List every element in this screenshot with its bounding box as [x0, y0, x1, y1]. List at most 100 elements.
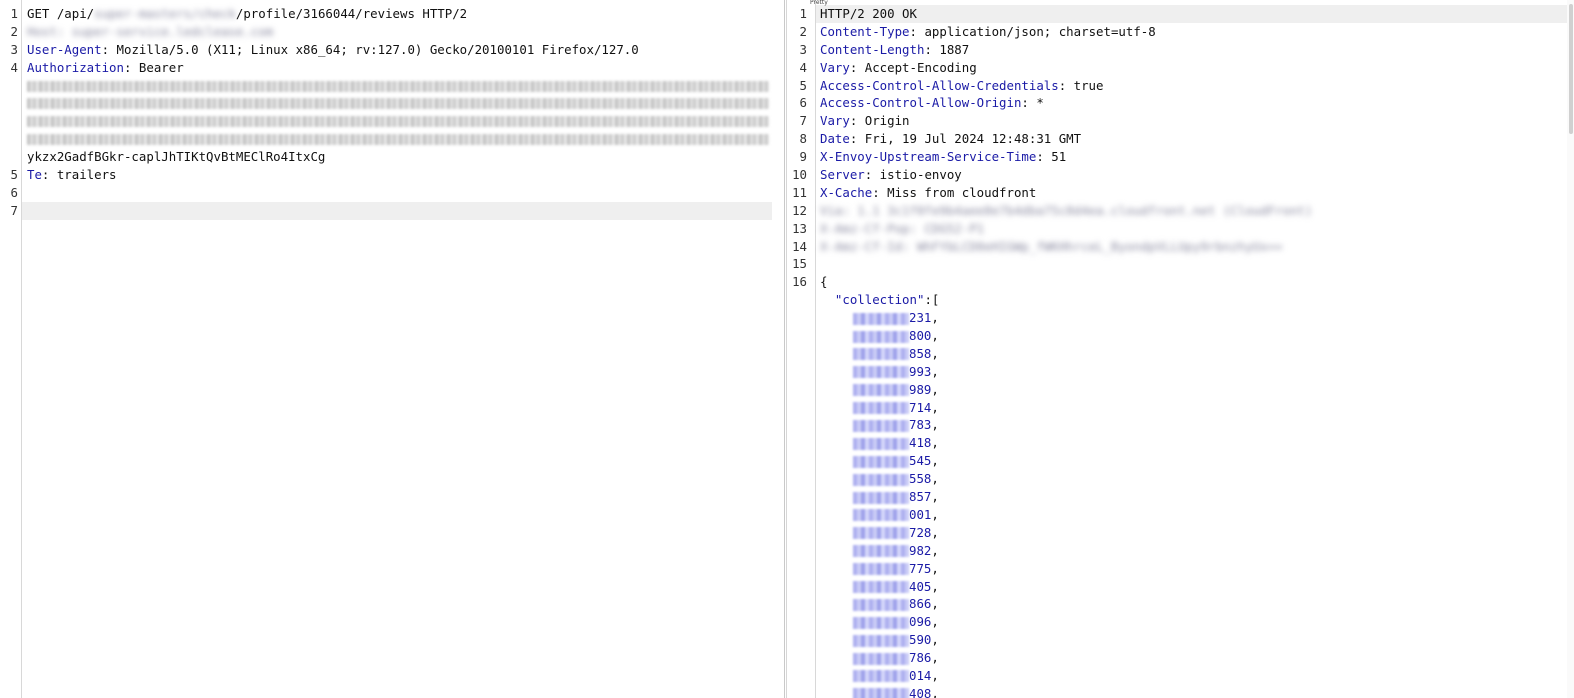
collection-item[interactable]: 857, [787, 488, 1574, 506]
response-line[interactable]: "collection":[ [787, 291, 1574, 309]
line-number: 3 [10, 41, 18, 57]
collection-item[interactable]: 014, [787, 667, 1574, 685]
response-line[interactable]: 3 Content-Length: 1887 [787, 41, 1574, 59]
line-text: 231, [820, 309, 1563, 327]
comma: , [931, 328, 939, 344]
response-line[interactable]: 1 HTTP/2 200 OK [787, 5, 1574, 23]
response-line[interactable]: 12 Via: 1.1 3c1f0fe9b4aee8e7b4dba75c8d4ea… [787, 202, 1574, 220]
line-text [27, 112, 772, 130]
line-number: 4 [799, 59, 807, 75]
id-suffix: 590 [909, 632, 932, 648]
comma: , [931, 667, 939, 683]
header-name: Te [27, 167, 42, 183]
collection-item[interactable]: 858, [787, 345, 1574, 363]
text-segment: GET /api/ [27, 6, 95, 21]
response-line[interactable]: 15 [787, 255, 1574, 273]
comma: , [931, 632, 939, 648]
response-line[interactable]: 8 Date: Fri, 19 Jul 2024 12:48:31 GMT [787, 130, 1574, 148]
request-line[interactable] [0, 130, 784, 148]
request-line[interactable] [0, 77, 784, 95]
response-line[interactable]: 7 Vary: Origin [787, 112, 1574, 130]
redacted-number [853, 330, 909, 343]
collection-item[interactable]: 775, [787, 560, 1574, 578]
redacted-number [853, 670, 909, 683]
collection-item[interactable]: 001, [787, 506, 1574, 524]
comma: , [931, 471, 939, 487]
response-lines[interactable]: 1 HTTP/2 200 OK 2 Content-Type: application… [787, 5, 1574, 698]
response-line[interactable]: 13 X-Amz-Cf-Pop: CDG52-P1 [787, 220, 1574, 238]
request-lines[interactable]: 1 GET /api/super-masters/check/profile/31… [0, 5, 784, 220]
line-text: 786, [820, 649, 1563, 667]
comma: , [931, 614, 939, 630]
vertical-scrollbar[interactable] [1567, 0, 1574, 698]
collection-item[interactable]: 545, [787, 452, 1574, 470]
redacted-number [853, 473, 909, 486]
id-suffix: 858 [909, 345, 932, 361]
line-number: 5 [10, 167, 18, 183]
text-segment: : trailers [41, 167, 117, 183]
response-viewer-pane[interactable]: 1 HTTP/2 200 OK 2 Content-Type: application… [786, 0, 1574, 698]
line-text: Vary: Origin [820, 112, 1563, 130]
id-suffix: 408 [909, 685, 932, 698]
line-text: Authorization: Bearer [27, 59, 772, 77]
collection-item[interactable]: 714, [787, 399, 1574, 417]
comma: , [931, 435, 939, 451]
request-line[interactable] [0, 112, 784, 130]
collection-item[interactable]: 405, [787, 578, 1574, 596]
line-text: Te: trailers [27, 166, 772, 184]
collection-item[interactable]: 982, [787, 542, 1574, 560]
request-line[interactable]: ykzx2GadfBGkr-caplJhTIKtQvBtMEClRo4ItxCg [0, 148, 784, 166]
redacted-text: X-Amz-Cf-Pop: CDG52-P1 [820, 220, 985, 236]
request-line[interactable]: 4 Authorization: Bearer [0, 59, 784, 77]
collection-item[interactable]: 418, [787, 434, 1574, 452]
response-line[interactable]: 6 Access-Control-Allow-Origin: * [787, 94, 1574, 112]
collection-item[interactable]: 993, [787, 363, 1574, 381]
line-text: Content-Length: 1887 [820, 41, 1563, 59]
response-line[interactable]: 14 X-Amz-Cf-Id: WhFYbLCD0eHIGWp_fWKHhrceL… [787, 238, 1574, 256]
comma: , [931, 417, 939, 433]
collection-item[interactable]: 989, [787, 381, 1574, 399]
request-line[interactable] [0, 94, 784, 112]
text-segment: : * [1021, 95, 1044, 111]
id-suffix: 558 [909, 471, 932, 487]
response-line[interactable]: 5 Access-Control-Allow-Credentials: true [787, 77, 1574, 95]
header-name: X-Envoy-Upstream-Service-Time [820, 149, 1037, 165]
line-number: 10 [792, 167, 807, 183]
collection-item[interactable]: 590, [787, 631, 1574, 649]
collection-item[interactable]: 558, [787, 470, 1574, 488]
redacted-number [853, 366, 909, 379]
scrollbar-thumb[interactable] [1569, 4, 1573, 134]
collection-item[interactable]: 866, [787, 595, 1574, 613]
request-line[interactable]: 3 User-Agent: Mozilla/5.0 (X11; Linux x86… [0, 41, 784, 59]
collection-item[interactable]: 231, [787, 309, 1574, 327]
response-line[interactable]: 2 Content-Type: application/json; charset… [787, 23, 1574, 41]
redacted-number [853, 419, 909, 432]
redacted-number [853, 688, 909, 698]
comma: , [931, 363, 939, 379]
id-suffix: 728 [909, 524, 932, 540]
request-line[interactable]: 2 Host: super-service.ledclease.com [0, 23, 784, 41]
request-line[interactable]: 1 GET /api/super-masters/check/profile/31… [0, 5, 784, 23]
request-editor-pane[interactable]: 1 GET /api/super-masters/check/profile/31… [0, 0, 785, 698]
collection-item[interactable]: 786, [787, 649, 1574, 667]
line-number: 1 [10, 6, 18, 21]
response-line[interactable]: 16 { [787, 273, 1574, 291]
redacted-number [853, 616, 909, 629]
collection-item[interactable]: 800, [787, 327, 1574, 345]
collection-item[interactable]: 783, [787, 416, 1574, 434]
line-number: 6 [799, 95, 807, 111]
comma: , [931, 489, 939, 505]
response-line[interactable]: 11 X-Cache: Miss from cloudfront [787, 184, 1574, 202]
collection-item[interactable]: 408, [787, 685, 1574, 698]
line-text: 800, [820, 327, 1563, 345]
request-line[interactable]: 6 [0, 184, 784, 202]
response-line[interactable]: 9 X-Envoy-Upstream-Service-Time: 51 [787, 148, 1574, 166]
comma: , [931, 542, 939, 558]
response-line[interactable]: 10 Server: istio-envoy [787, 166, 1574, 184]
request-line[interactable]: 5 Te: trailers [0, 166, 784, 184]
request-line[interactable]: 7 [0, 201, 784, 220]
collection-item[interactable]: 096, [787, 613, 1574, 631]
collection-item[interactable]: 728, [787, 524, 1574, 542]
response-line[interactable]: 4 Vary: Accept-Encoding [787, 59, 1574, 77]
line-text: 590, [820, 631, 1563, 649]
